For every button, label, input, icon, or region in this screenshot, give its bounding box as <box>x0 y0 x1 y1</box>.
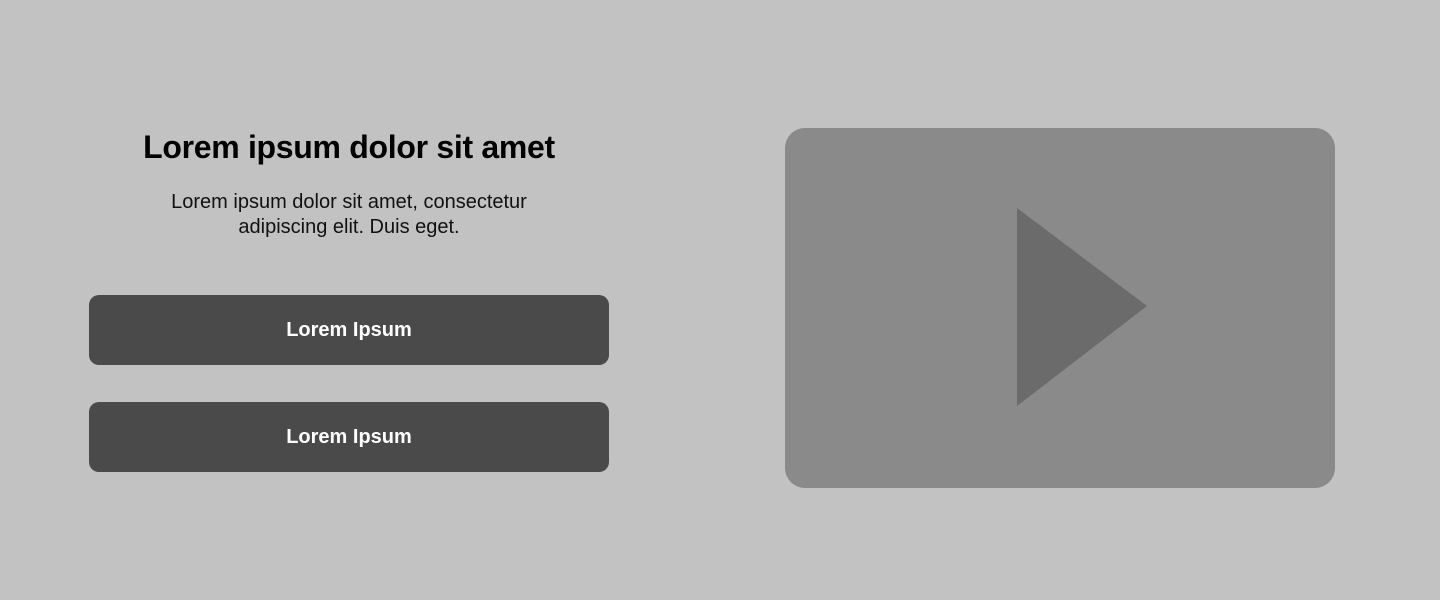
primary-button[interactable]: Lorem Ipsum <box>89 295 609 365</box>
hero-title: Lorem ipsum dolor sit amet <box>143 129 555 165</box>
secondary-button[interactable]: Lorem Ipsum <box>89 402 609 472</box>
play-icon[interactable] <box>1017 208 1147 408</box>
hero-subtitle: Lorem ipsum dolor sit amet, consectetur … <box>171 191 527 238</box>
video-player[interactable] <box>785 128 1335 488</box>
